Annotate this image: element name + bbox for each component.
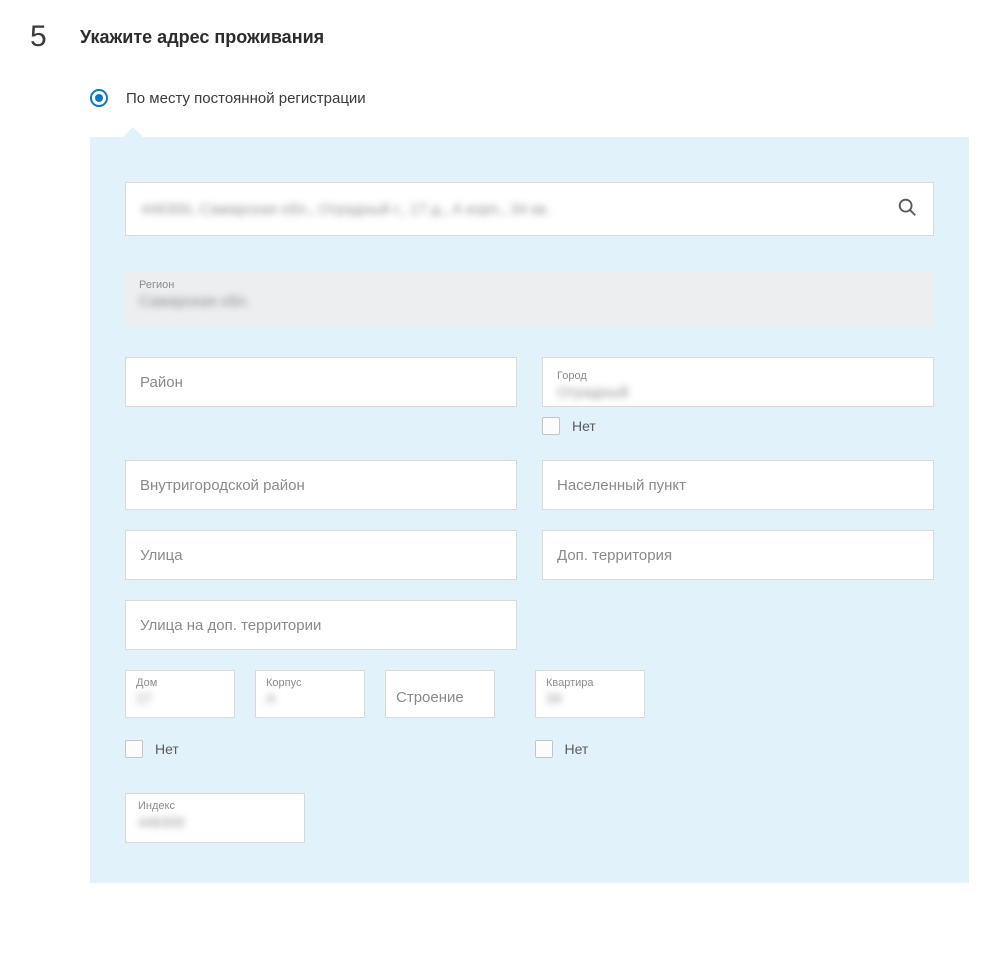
flat-none-label: Нет <box>565 741 589 757</box>
region-label: Регион <box>139 279 920 291</box>
building-input[interactable]: Строение <box>385 670 495 718</box>
korpus-label: Корпус <box>266 677 354 689</box>
checkbox-icon <box>535 740 553 758</box>
street-placeholder: Улица <box>140 547 183 564</box>
street-on-add-territory-input[interactable]: Улица на доп. территории <box>125 600 517 650</box>
flat-input[interactable]: Квартира 34 <box>535 670 645 718</box>
search-icon[interactable] <box>896 196 918 223</box>
flat-none-checkbox[interactable]: Нет <box>535 740 589 758</box>
checkbox-icon <box>542 417 560 435</box>
address-search-input[interactable]: 446300, Самарская обл., Отрадный г., 17 … <box>125 182 934 236</box>
index-label: Индекс <box>138 800 292 812</box>
street-on-add-placeholder: Улица на доп. территории <box>140 617 321 634</box>
city-value: Отрадный <box>557 384 628 401</box>
inner-district-placeholder: Внутригородской район <box>140 477 305 494</box>
step-title: Укажите адрес проживания <box>80 27 324 48</box>
index-input[interactable]: Индекс 446300 <box>125 793 305 843</box>
house-label: Дом <box>136 677 224 689</box>
step-number: 5 <box>30 20 80 54</box>
checkbox-icon <box>125 740 143 758</box>
flat-value: 34 <box>546 690 634 706</box>
house-value: 17 <box>136 690 224 706</box>
city-none-checkbox[interactable]: Нет <box>542 417 934 435</box>
registration-type-radio[interactable]: По месту постоянной регистрации <box>90 89 969 107</box>
flat-label: Квартира <box>546 677 634 689</box>
city-input[interactable]: Город Отрадный <box>542 357 934 407</box>
district-input[interactable]: Район <box>125 357 517 407</box>
street-input[interactable]: Улица <box>125 530 517 580</box>
korpus-input[interactable]: Корпус А <box>255 670 365 718</box>
address-search-value: 446300, Самарская обл., Отрадный г., 17 … <box>141 201 896 218</box>
city-label: Город <box>557 370 587 382</box>
radio-selected-icon <box>90 89 108 107</box>
building-placeholder: Строение <box>396 689 464 706</box>
city-none-label: Нет <box>572 418 596 434</box>
inner-district-input[interactable]: Внутригородской район <box>125 460 517 510</box>
district-placeholder: Район <box>140 374 183 391</box>
radio-label: По месту постоянной регистрации <box>126 90 366 107</box>
add-territory-placeholder: Доп. территория <box>557 547 672 564</box>
step-header: 5 Укажите адрес проживания <box>30 20 969 54</box>
region-value: Самарская обл. <box>139 293 920 310</box>
korpus-value: А <box>266 690 354 706</box>
settlement-input[interactable]: Населенный пункт <box>542 460 934 510</box>
index-value: 446300 <box>138 814 292 830</box>
house-input[interactable]: Дом 17 <box>125 670 235 718</box>
house-none-checkbox[interactable]: Нет <box>125 740 179 758</box>
region-field: Регион Самарская обл. <box>125 271 934 327</box>
settlement-placeholder: Населенный пункт <box>557 477 686 494</box>
address-panel: 446300, Самарская обл., Отрадный г., 17 … <box>90 137 969 883</box>
house-none-label: Нет <box>155 741 179 757</box>
add-territory-input[interactable]: Доп. территория <box>542 530 934 580</box>
